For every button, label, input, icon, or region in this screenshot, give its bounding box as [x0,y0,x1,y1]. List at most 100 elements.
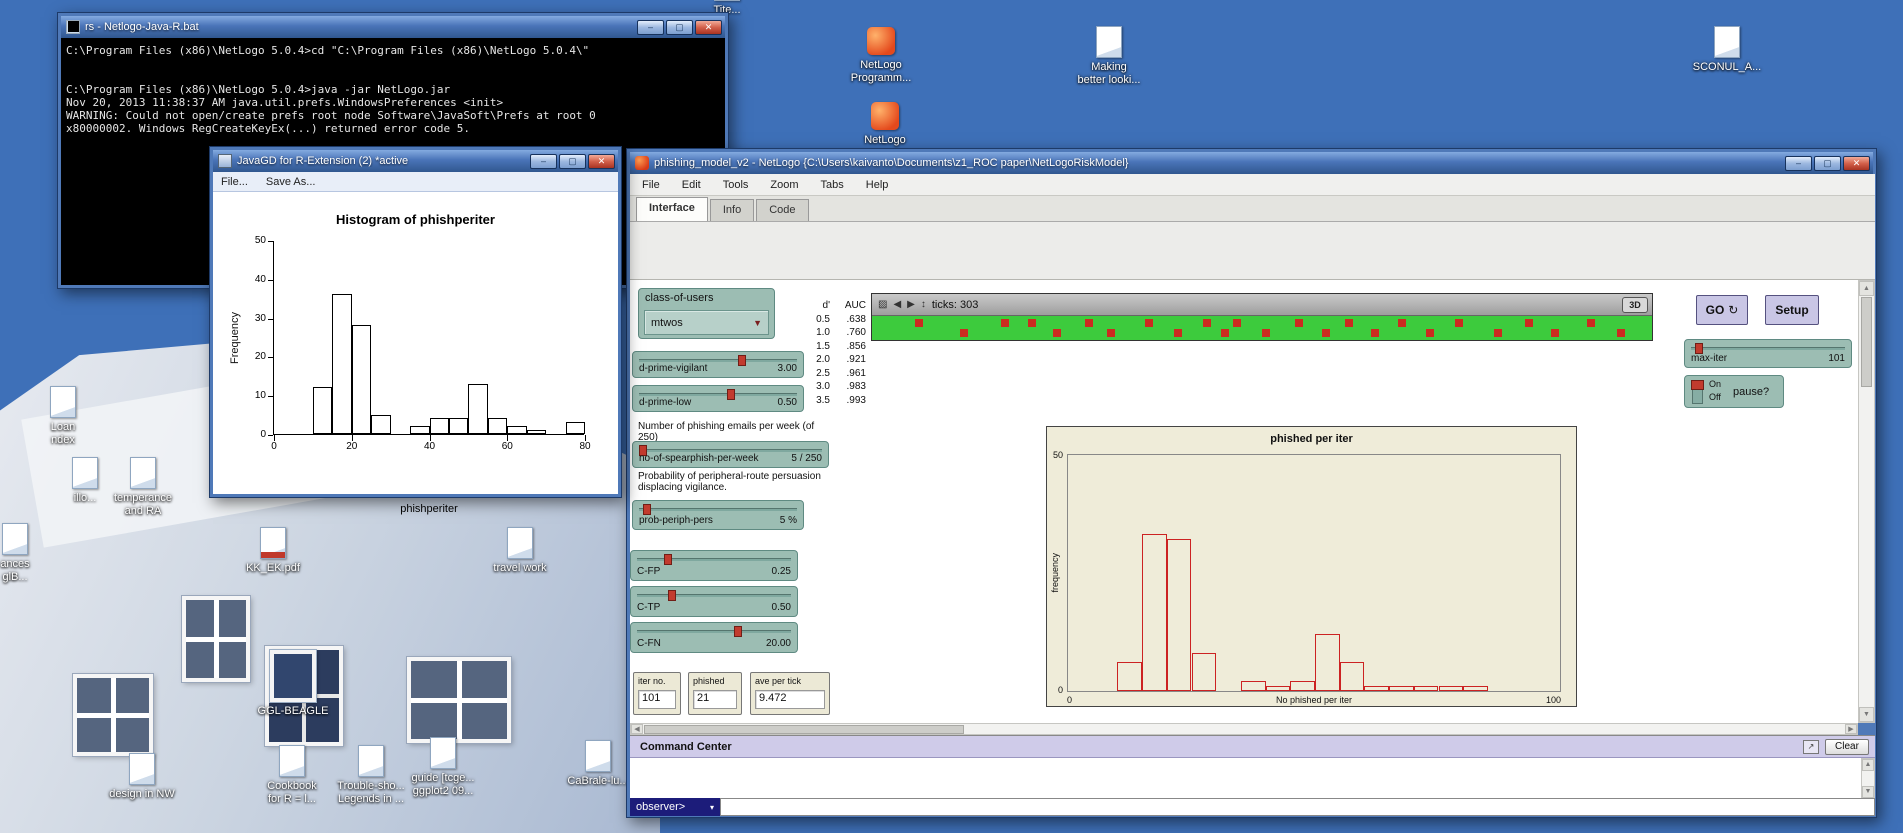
desktop-icon[interactable]: SCONUL_A... [1684,26,1770,74]
netlogo-titlebar[interactable]: phishing_model_v2 - NetLogo {C:\Users\ka… [630,152,1873,174]
hist-bar [1315,634,1340,691]
command-center-input-row: observer> ▾ [630,798,1875,816]
maximize-button[interactable]: ▢ [666,20,693,35]
slider-track[interactable] [639,508,797,511]
menu-tabs[interactable]: Tabs [821,179,844,191]
arrow-left-icon[interactable]: ◀ [893,299,901,310]
menu-edit[interactable]: Edit [682,179,701,191]
desktop-icon[interactable]: ances glB... [0,523,58,584]
slider-c-tp[interactable]: C-TP 0.50 [630,586,798,617]
slider-d-prime-low[interactable]: d-prime-low 0.50 [632,385,804,412]
slider-track[interactable] [637,594,791,597]
desktop-icon[interactable]: temperance and RA [100,457,186,518]
scroll-thumb[interactable] [644,725,964,734]
close-button[interactable]: ✕ [588,154,615,169]
hist-bar [1290,681,1315,691]
cmd-titlebar[interactable]: rs - Netlogo-Java-R.bat – ▢ ✕ [61,16,725,38]
slider-handle[interactable] [738,355,746,366]
view-3d-button[interactable]: 3D [1622,297,1648,313]
scroll-down-icon[interactable]: ▼ [1862,786,1874,798]
command-center-output[interactable] [630,758,1861,799]
desktop-icon[interactable]: Loan ndex [20,386,106,447]
setup-button[interactable]: Setup [1765,295,1819,325]
arrow-updown-icon[interactable]: ↕ [921,299,926,310]
desktop-icon[interactable]: Cookbook for R = l... [249,745,335,806]
command-center-scrollbar[interactable]: ▲ ▼ [1861,758,1875,799]
desktop-icon[interactable]: NetLogo Programm... [838,24,924,85]
slider-max-iter[interactable]: max-iter 101 [1684,339,1852,368]
agent-square [1203,319,1211,327]
interface-vscrollbar[interactable]: ▲ ▼ [1858,280,1875,723]
page-icon [72,457,98,489]
clear-button[interactable]: Clear [1825,739,1869,755]
maximize-button[interactable]: ▢ [559,154,586,169]
slider-prob-periph-pers[interactable]: prob-periph-pers 5 % [632,500,804,530]
desktop-icon[interactable]: guide [tcge... ggplot2 09... [400,737,486,798]
command-input[interactable] [720,798,1875,816]
agent-square [1617,329,1625,337]
menu-zoom[interactable]: Zoom [770,179,798,191]
menu-save-as[interactable]: Save As... [266,176,316,188]
menu-file[interactable]: File... [221,176,248,188]
slider-c-fp[interactable]: C-FP 0.25 [630,550,798,581]
minimize-button[interactable]: – [637,20,664,35]
tab-code[interactable]: Code [756,199,808,221]
desktop-icon-label: CaBrale-lu... [567,775,628,788]
arrow-right-icon[interactable]: ▶ [907,299,915,310]
slider-handle[interactable] [727,389,735,400]
y-tick-label: 30 [242,313,266,324]
slider-c-fn[interactable]: C-FN 20.00 [630,622,798,653]
minimize-button[interactable]: – [1785,156,1812,171]
slider-track[interactable] [639,359,797,362]
slider-track[interactable] [639,449,822,452]
menu-tools[interactable]: Tools [723,179,749,191]
tab-info[interactable]: Info [710,199,754,221]
menu-help[interactable]: Help [866,179,889,191]
scroll-up-icon[interactable]: ▲ [1862,759,1874,771]
desktop-icon[interactable]: Making better looki... [1066,26,1152,87]
desktop-icon[interactable]: travel work [477,527,563,575]
export-icon[interactable]: ↗ [1803,740,1819,754]
scroll-right-icon[interactable]: ▶ [1845,724,1857,734]
observer-dropdown[interactable]: observer> ▾ [630,798,720,816]
desktop-icon[interactable]: NetLogo [842,99,928,147]
scroll-down-icon[interactable]: ▼ [1859,707,1874,722]
switch-pause[interactable]: On Off pause? [1684,375,1784,408]
javagd-titlebar[interactable]: JavaGD for R-Extension (2) *active – ▢ ✕ [213,150,618,172]
desktop-icon-label: ances glB... [0,558,29,584]
chooser-class-of-users[interactable]: class-of-users mtwos ▼ [638,288,775,339]
wallpaper-window [407,657,511,743]
close-button[interactable]: ✕ [695,20,722,35]
desktop-icon[interactable]: design in NW [99,753,185,801]
slider-handle[interactable] [643,504,651,515]
slider-track[interactable] [639,393,797,396]
maximize-button[interactable]: ▢ [1814,156,1841,171]
switch-knob[interactable] [1691,380,1704,390]
desktop-icon[interactable]: GGL-BEAGLE [250,650,336,718]
slider-track[interactable] [637,558,791,561]
scroll-up-icon[interactable]: ▲ [1859,281,1874,296]
slider-track[interactable] [1691,347,1845,350]
slider-no-of-spearphish-per-week[interactable]: no-of-spearphish-per-week 5 / 250 [632,441,829,468]
scroll-left-icon[interactable]: ◀ [631,724,643,734]
slider-handle[interactable] [664,554,672,565]
world-view[interactable]: ▨ ◀ ▶ ↕ ticks: 303 3D [871,293,1653,341]
desktop-icon-label: NetLogo [864,134,906,147]
slider-handle[interactable] [734,626,742,637]
close-button[interactable]: ✕ [1843,156,1870,171]
chooser-value[interactable]: mtwos ▼ [644,310,769,335]
slider-track[interactable] [637,630,791,633]
desktop-icon[interactable]: KK_EK.pdf [230,527,316,575]
slider-d-prime-vigilant[interactable]: d-prime-vigilant 3.00 [632,351,804,378]
view-edit-icon[interactable]: ▨ [878,299,887,310]
view-world[interactable] [872,316,1652,340]
scroll-thumb[interactable] [1861,297,1872,387]
go-button[interactable]: GO ↻ [1696,295,1748,325]
menu-file[interactable]: File [642,179,660,191]
slider-handle[interactable] [668,590,676,601]
tab-interface[interactable]: Interface [636,197,708,221]
minimize-button[interactable]: – [530,154,557,169]
interface-hscrollbar[interactable]: ◀ ▶ [630,723,1858,735]
desktop-icon-label: NetLogo Programm... [851,59,912,85]
command-center-header[interactable]: Command Center ↗ Clear [630,736,1875,758]
